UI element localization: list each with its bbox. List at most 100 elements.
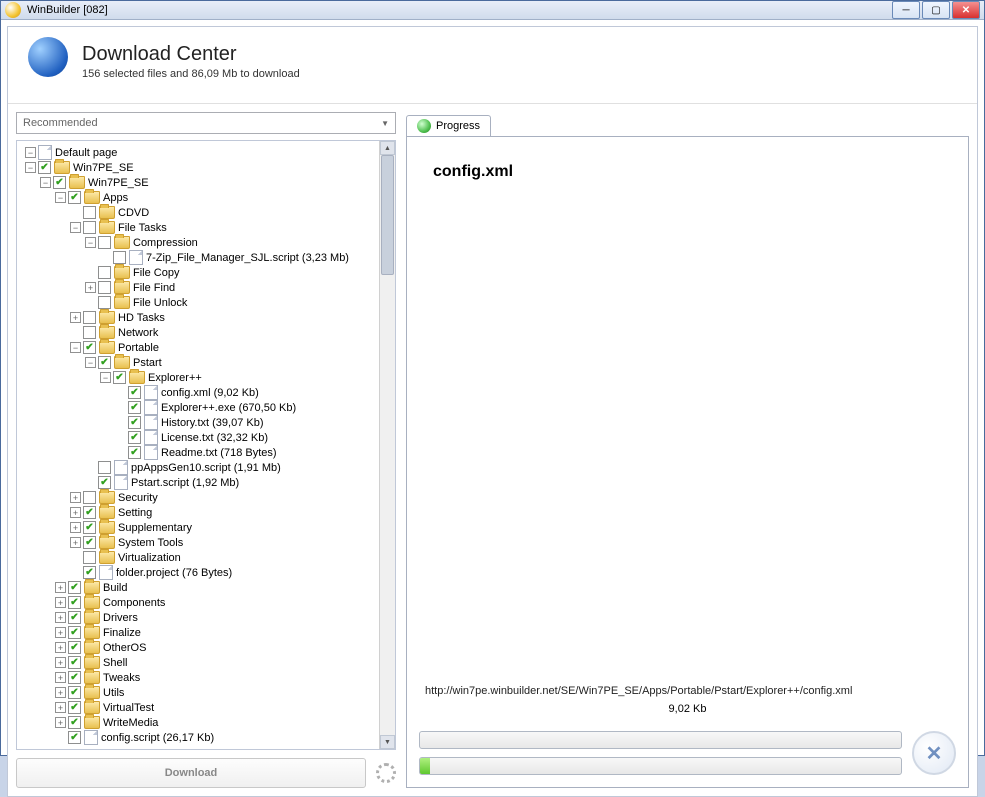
expand-toggle[interactable]: −	[55, 192, 66, 203]
tree-node[interactable]: −Pstart	[17, 355, 379, 370]
tree-checkbox[interactable]	[98, 236, 111, 249]
expand-toggle[interactable]: +	[55, 702, 66, 713]
file-tree[interactable]: −Default page−Win7PE_SE−Win7PE_SE−AppsCD…	[17, 141, 379, 749]
tree-checkbox[interactable]	[68, 656, 81, 669]
tree-node[interactable]: −Apps	[17, 190, 379, 205]
scroll-thumb[interactable]	[381, 155, 394, 275]
tree-scrollbar[interactable]: ▲ ▼	[379, 141, 395, 749]
expand-toggle[interactable]: +	[85, 282, 96, 293]
expand-toggle[interactable]: −	[100, 372, 111, 383]
tree-checkbox[interactable]	[98, 281, 111, 294]
expand-toggle[interactable]: +	[70, 507, 81, 518]
tree-node[interactable]: +VirtualTest	[17, 700, 379, 715]
expand-toggle[interactable]: −	[25, 147, 36, 158]
tree-node[interactable]: Pstart.script (1,92 Mb)	[17, 475, 379, 490]
tree-checkbox[interactable]	[83, 491, 96, 504]
tree-node[interactable]: +Shell	[17, 655, 379, 670]
tree-checkbox[interactable]	[128, 416, 141, 429]
expand-toggle[interactable]: +	[55, 597, 66, 608]
tree-node[interactable]: config.script (26,17 Kb)	[17, 730, 379, 745]
tree-checkbox[interactable]	[83, 206, 96, 219]
tree-checkbox[interactable]	[38, 161, 51, 174]
tree-node[interactable]: +Tweaks	[17, 670, 379, 685]
tree-node[interactable]: +Supplementary	[17, 520, 379, 535]
tree-node[interactable]: ppAppsGen10.script (1,91 Mb)	[17, 460, 379, 475]
expand-toggle[interactable]: −	[25, 162, 36, 173]
tree-node[interactable]: +Finalize	[17, 625, 379, 640]
tree-node[interactable]: +Build	[17, 580, 379, 595]
minimize-button[interactable]: ─	[892, 1, 920, 19]
tree-node[interactable]: −Compression	[17, 235, 379, 250]
scroll-down-button[interactable]: ▼	[380, 735, 395, 749]
expand-toggle[interactable]: +	[70, 537, 81, 548]
tree-checkbox[interactable]	[83, 536, 96, 549]
download-button[interactable]: Download	[16, 758, 366, 788]
tree-checkbox[interactable]	[68, 596, 81, 609]
tree-checkbox[interactable]	[128, 401, 141, 414]
expand-toggle[interactable]: −	[40, 177, 51, 188]
profile-dropdown[interactable]: Recommended ▼	[16, 112, 396, 134]
expand-toggle[interactable]: −	[70, 342, 81, 353]
expand-toggle[interactable]: +	[70, 522, 81, 533]
tree-checkbox[interactable]	[83, 341, 96, 354]
tree-checkbox[interactable]	[113, 371, 126, 384]
expand-toggle[interactable]: +	[55, 642, 66, 653]
tree-checkbox[interactable]	[113, 251, 126, 264]
expand-toggle[interactable]: +	[55, 672, 66, 683]
cancel-button[interactable]: ✕	[912, 731, 956, 775]
tree-checkbox[interactable]	[68, 686, 81, 699]
tree-checkbox[interactable]	[68, 611, 81, 624]
tree-checkbox[interactable]	[128, 431, 141, 444]
expand-toggle[interactable]: +	[55, 627, 66, 638]
tree-node[interactable]: +Setting	[17, 505, 379, 520]
tree-checkbox[interactable]	[68, 581, 81, 594]
tab-progress[interactable]: Progress	[406, 115, 491, 136]
tree-node[interactable]: −Win7PE_SE	[17, 175, 379, 190]
expand-toggle[interactable]: −	[85, 357, 96, 368]
tree-checkbox[interactable]	[83, 506, 96, 519]
tree-checkbox[interactable]	[98, 356, 111, 369]
tree-checkbox[interactable]	[53, 176, 66, 189]
tree-checkbox[interactable]	[83, 221, 96, 234]
expand-toggle[interactable]: −	[70, 222, 81, 233]
expand-toggle[interactable]: +	[70, 492, 81, 503]
expand-toggle[interactable]: +	[55, 612, 66, 623]
tree-node[interactable]: +WriteMedia	[17, 715, 379, 730]
tree-node[interactable]: Explorer++.exe (670,50 Kb)	[17, 400, 379, 415]
tree-checkbox[interactable]	[98, 461, 111, 474]
tree-node[interactable]: −Win7PE_SE	[17, 160, 379, 175]
tree-checkbox[interactable]	[83, 566, 96, 579]
maximize-button[interactable]: ▢	[922, 1, 950, 19]
tree-checkbox[interactable]	[83, 311, 96, 324]
tree-checkbox[interactable]	[68, 641, 81, 654]
tree-node[interactable]: +OtherOS	[17, 640, 379, 655]
tree-node[interactable]: File Unlock	[17, 295, 379, 310]
tree-node[interactable]: Virtualization	[17, 550, 379, 565]
tree-node[interactable]: CDVD	[17, 205, 379, 220]
expand-toggle[interactable]: +	[55, 657, 66, 668]
close-button[interactable]: ✕	[952, 1, 980, 19]
tree-checkbox[interactable]	[68, 716, 81, 729]
tree-node[interactable]: +HD Tasks	[17, 310, 379, 325]
tree-node[interactable]: −Default page	[17, 145, 379, 160]
tree-checkbox[interactable]	[68, 701, 81, 714]
tree-checkbox[interactable]	[68, 671, 81, 684]
tree-node[interactable]: History.txt (39,07 Kb)	[17, 415, 379, 430]
tree-node[interactable]: +Security	[17, 490, 379, 505]
tree-checkbox[interactable]	[68, 191, 81, 204]
expand-toggle[interactable]: −	[85, 237, 96, 248]
tree-node[interactable]: config.xml (9,02 Kb)	[17, 385, 379, 400]
tree-checkbox[interactable]	[83, 521, 96, 534]
tree-checkbox[interactable]	[83, 326, 96, 339]
tree-node[interactable]: +Drivers	[17, 610, 379, 625]
tree-node[interactable]: Network	[17, 325, 379, 340]
tree-checkbox[interactable]	[68, 731, 81, 744]
tree-checkbox[interactable]	[83, 551, 96, 564]
tree-node[interactable]: −Portable	[17, 340, 379, 355]
tree-checkbox[interactable]	[98, 266, 111, 279]
tree-checkbox[interactable]	[128, 446, 141, 459]
expand-toggle[interactable]: +	[55, 717, 66, 728]
tree-checkbox[interactable]	[98, 476, 111, 489]
tree-node[interactable]: License.txt (32,32 Kb)	[17, 430, 379, 445]
tree-node[interactable]: 7-Zip_File_Manager_SJL.script (3,23 Mb)	[17, 250, 379, 265]
